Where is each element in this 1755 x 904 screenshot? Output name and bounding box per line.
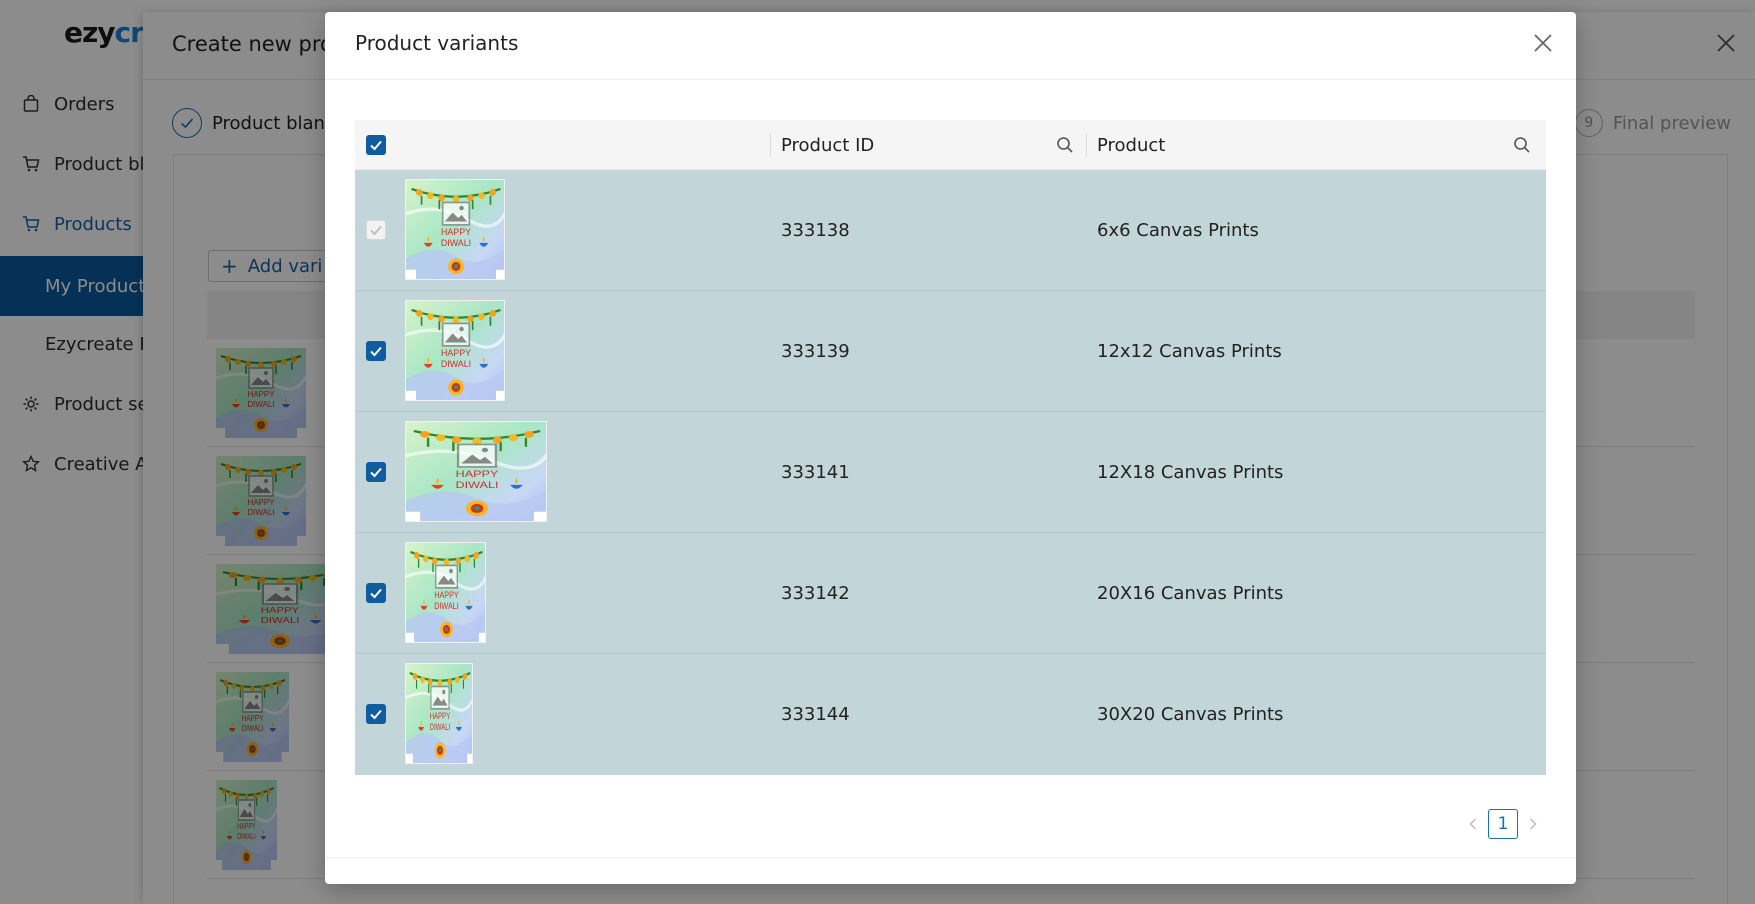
check-icon xyxy=(370,225,382,236)
column-header-product: Product xyxy=(1097,134,1166,156)
row-checkbox[interactable] xyxy=(366,704,386,724)
product-id-cell: 333142 xyxy=(781,583,850,604)
table-row[interactable]: 333139 12x12 Canvas Prints xyxy=(355,291,1546,412)
check-icon xyxy=(370,346,382,357)
product-id-cell: 333139 xyxy=(781,341,850,362)
product-name-cell: 12x12 Canvas Prints xyxy=(1097,341,1282,362)
next-page-button[interactable] xyxy=(1520,809,1546,839)
row-checkbox xyxy=(366,220,386,240)
variants-table: Product ID Product 333138 6x6 Canvas Pri… xyxy=(355,120,1546,775)
column-divider xyxy=(1086,133,1087,157)
table-row[interactable]: 333142 20X16 Canvas Prints xyxy=(355,533,1546,654)
row-checkbox[interactable] xyxy=(366,341,386,361)
product-name-cell: 12X18 Canvas Prints xyxy=(1097,462,1284,483)
column-header-product-id: Product ID xyxy=(781,134,875,156)
product-name-cell: 30X20 Canvas Prints xyxy=(1097,704,1284,725)
product-name-cell: 20X16 Canvas Prints xyxy=(1097,583,1284,604)
previous-page-button[interactable] xyxy=(1460,809,1486,839)
search-icon[interactable] xyxy=(1055,135,1075,155)
product-variants-modal: Product variants Product ID Product 3331… xyxy=(325,12,1576,884)
table-row[interactable]: 333138 6x6 Canvas Prints xyxy=(355,170,1546,291)
modal-footer-divider xyxy=(325,857,1576,858)
product-id-cell: 333141 xyxy=(781,462,850,483)
product-id-cell: 333144 xyxy=(781,704,850,725)
column-divider xyxy=(770,133,771,157)
row-checkbox[interactable] xyxy=(366,583,386,603)
product-name-cell: 6x6 Canvas Prints xyxy=(1097,220,1259,241)
pagination: 1 xyxy=(1460,809,1546,839)
table-row[interactable]: 333144 30X20 Canvas Prints xyxy=(355,654,1546,775)
check-icon xyxy=(370,588,382,599)
close-icon[interactable] xyxy=(1532,32,1554,54)
search-icon[interactable] xyxy=(1512,135,1532,155)
check-icon xyxy=(370,140,382,151)
table-row[interactable]: 333141 12X18 Canvas Prints xyxy=(355,412,1546,533)
chevron-left-icon xyxy=(1469,818,1477,830)
product-thumbnail xyxy=(405,179,505,280)
product-thumbnail xyxy=(405,663,473,764)
check-icon xyxy=(370,709,382,720)
page-number-button[interactable]: 1 xyxy=(1488,809,1518,839)
check-icon xyxy=(370,467,382,478)
product-thumbnail xyxy=(405,300,505,401)
modal-header: Product variants xyxy=(325,12,1576,80)
select-all-checkbox[interactable] xyxy=(366,135,386,155)
product-thumbnail xyxy=(405,421,547,522)
row-checkbox[interactable] xyxy=(366,462,386,482)
product-id-cell: 333138 xyxy=(781,220,850,241)
chevron-right-icon xyxy=(1529,818,1537,830)
table-header: Product ID Product xyxy=(355,120,1546,170)
modal-title: Product variants xyxy=(355,31,519,55)
product-thumbnail xyxy=(405,542,486,643)
